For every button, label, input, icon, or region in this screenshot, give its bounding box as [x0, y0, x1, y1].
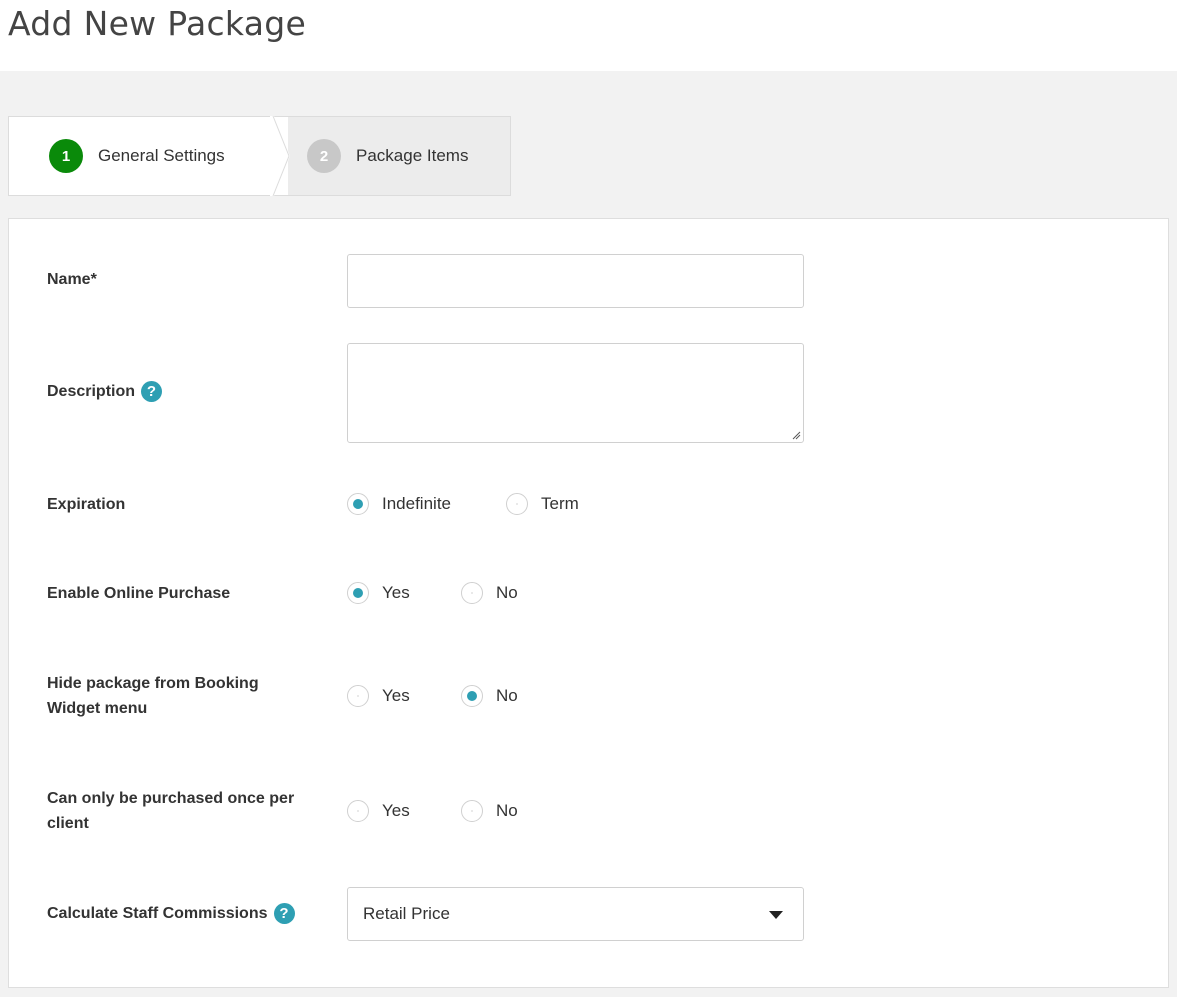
radio-no[interactable]: No [461, 685, 518, 707]
radio-no[interactable]: No [461, 800, 518, 822]
hide-from-booking-widget-label: Hide package from Booking Widget menu [47, 675, 259, 717]
wizard-step-package-items[interactable]: 2 Package Items [272, 116, 511, 196]
enable-online-purchase-label: Enable Online Purchase [47, 585, 231, 602]
page-header: Add New Package [0, 0, 1177, 71]
step-number-badge: 2 [307, 139, 341, 173]
question-mark-icon[interactable]: ? [273, 903, 295, 924]
radio-yes[interactable]: Yes [347, 582, 410, 604]
question-mark-icon[interactable]: ? [141, 381, 163, 402]
radio-unchecked-icon[interactable] [347, 800, 369, 822]
radio-yes[interactable]: Yes [347, 800, 410, 822]
radio-checked-icon[interactable] [347, 582, 369, 604]
radio-unchecked-icon[interactable] [347, 685, 369, 707]
page-title: Add New Package [8, 4, 307, 43]
wizard-step-general-settings[interactable]: 1 General Settings [8, 116, 288, 196]
caret-down-icon [769, 911, 783, 919]
radio-indefinite[interactable]: Indefinite [347, 493, 451, 515]
radio-no[interactable]: No [461, 582, 518, 604]
radio-yes[interactable]: Yes [347, 685, 410, 707]
name-label: Name* [47, 271, 97, 288]
description-textarea[interactable] [347, 343, 804, 443]
radio-term[interactable]: Term [506, 493, 579, 515]
step-label: Package Items [356, 146, 469, 165]
expiration-label: Expiration [47, 496, 126, 513]
staff-commissions-label: Calculate Staff Commissions ? [47, 901, 295, 926]
wizard-steps: 1 General Settings 2 Package Items [8, 116, 511, 198]
radio-checked-icon[interactable] [347, 493, 369, 515]
general-settings-form: Name* Description ? Expiration Indefinit… [8, 218, 1169, 988]
purchase-once-per-client-label: Can only be purchased once per client [47, 790, 295, 832]
radio-unchecked-icon[interactable] [461, 582, 483, 604]
staff-commissions-select[interactable]: Retail Price [347, 887, 804, 941]
radio-unchecked-icon[interactable] [506, 493, 528, 515]
radio-unchecked-icon[interactable] [461, 800, 483, 822]
select-value: Retail Price [363, 904, 450, 923]
name-input[interactable] [347, 254, 804, 308]
step-label: General Settings [98, 146, 225, 165]
resize-handle-icon[interactable] [791, 430, 801, 440]
step-arrow-separator [270, 116, 290, 196]
description-label: Description ? [47, 379, 163, 404]
step-number-badge: 1 [49, 139, 83, 173]
radio-checked-icon[interactable] [461, 685, 483, 707]
